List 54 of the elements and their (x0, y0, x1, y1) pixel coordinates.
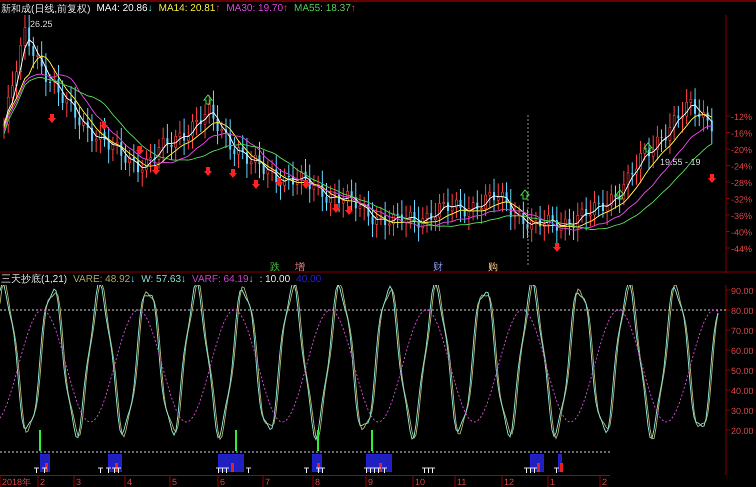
axis-label: -44% (731, 244, 752, 254)
time-axis-label: 8 (315, 477, 320, 487)
event-tag: 增 (295, 262, 305, 273)
indicator-value: VARE: 48.92 (73, 274, 130, 284)
axis-label: 50.00 (731, 366, 754, 376)
axis-label: -16% (731, 128, 752, 138)
axis-label: -40% (731, 228, 752, 238)
axis-label: 30.00 (731, 406, 754, 416)
trend-arrow: ↑ (283, 3, 288, 14)
axis-label: 20.00 (731, 426, 754, 436)
indicator-value: VARF: 64.19 (192, 274, 249, 284)
time-axis-label: 1 (550, 477, 556, 487)
time-axis-label: 4 (127, 477, 132, 487)
axis-label: -36% (731, 211, 752, 221)
axis-label: 60.00 (731, 346, 754, 356)
axis-label: -28% (731, 178, 752, 188)
time-axis-label: 7 (265, 477, 270, 487)
indicator-value: MA30: 19.70 (226, 3, 284, 14)
indicator-value: W: 57.63 (141, 274, 182, 284)
trend-arrow: ↓ (248, 274, 254, 284)
indicator-value: MA14: 20.81 (158, 3, 216, 14)
time-axis-label: 2018年 (2, 477, 32, 487)
indicator-value: 40.00 (296, 274, 322, 284)
axis-label: 80.00 (731, 306, 754, 316)
trend-arrow: ↓ (148, 3, 153, 14)
time-axis-label: 2 (40, 477, 46, 487)
time-axis-label: 11 (457, 477, 466, 487)
axis-label: -20% (731, 145, 752, 155)
indicator-value: : 10.00 (260, 274, 290, 284)
event-tag: 购 (488, 262, 498, 273)
peak-price-label: 26.25 (30, 19, 53, 29)
trend-arrow: ↓ (181, 274, 186, 284)
chart-title: 新和成(日线,前复权) (1, 2, 90, 16)
time-axis-label: 12 (504, 477, 514, 487)
event-tag: 跌 (270, 262, 280, 273)
indicator-value: MA55: 18.37 (294, 3, 351, 14)
time-axis-label: 10 (415, 477, 426, 487)
chart-title: 三天抄底(1,21) (1, 272, 68, 286)
trend-arrow: ↑ (215, 3, 220, 14)
indicator-value: MA4: 20.86 (96, 3, 148, 14)
axis-label: -32% (731, 194, 752, 204)
time-axis-label: 6 (220, 477, 226, 487)
axis-label: 40.00 (731, 386, 754, 396)
trend-arrow: ↑ (350, 3, 356, 14)
axis-label: -24% (731, 162, 752, 172)
axis-label: -12% (731, 112, 752, 122)
time-axis-label: 9 (368, 477, 374, 487)
trend-arrow: ↓ (130, 274, 136, 284)
axis-label: 90.00 (731, 286, 754, 296)
time-axis-label: 3 (76, 477, 82, 487)
time-axis-label: 5 (172, 477, 178, 487)
axis-label: 70.00 (731, 326, 754, 336)
event-tag: 财 (433, 262, 443, 273)
time-axis-label: 2 (602, 477, 608, 487)
